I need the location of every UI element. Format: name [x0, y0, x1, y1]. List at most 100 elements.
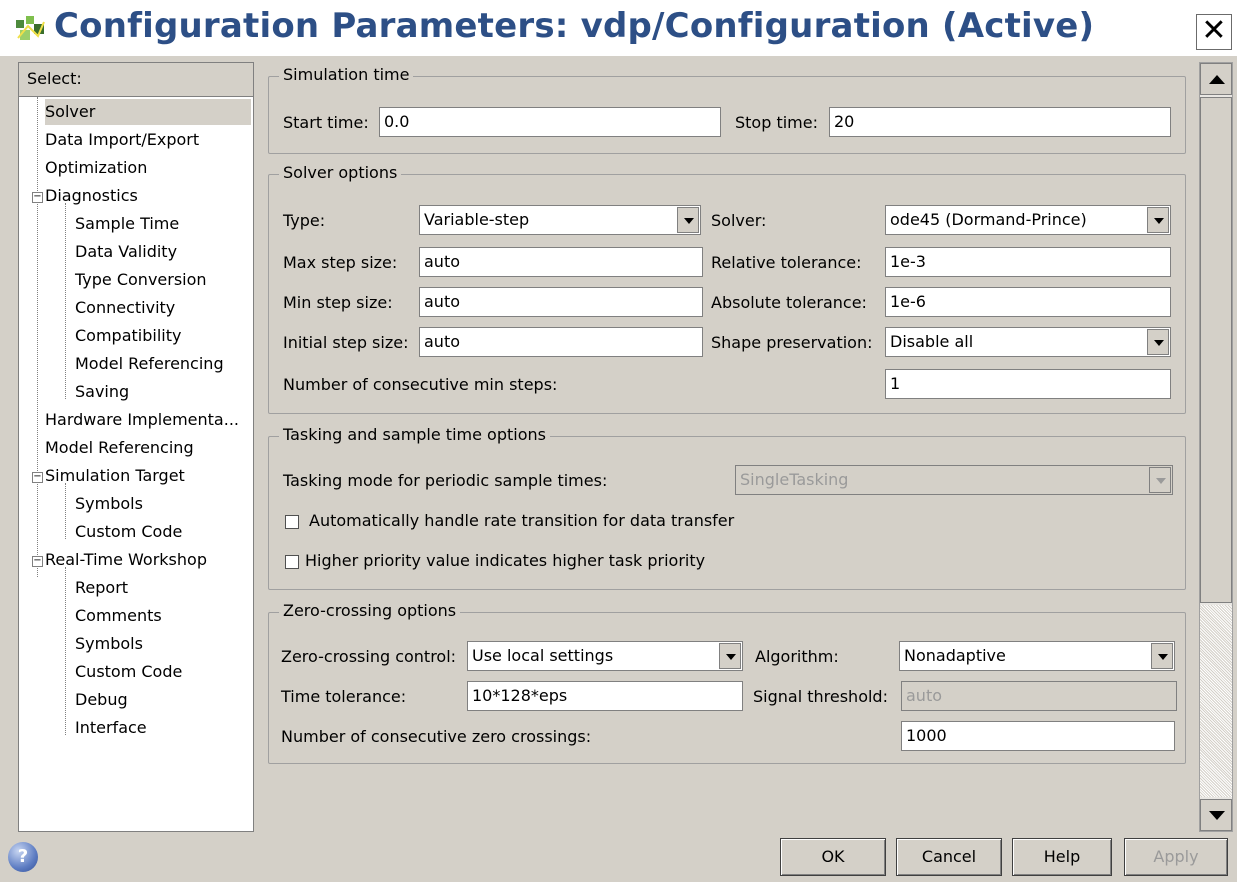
higher-priority-label: Higher priority value indicates higher t…	[305, 551, 706, 570]
time-tolerance-input[interactable]: 10*128*eps	[467, 681, 743, 711]
tree-item-data-import-export[interactable]: Data Import/Export	[45, 127, 199, 153]
solver-options-title: Solver options	[279, 163, 402, 182]
tasking-mode-value: SingleTasking	[740, 470, 849, 489]
chevron-down-icon[interactable]	[1147, 329, 1169, 355]
scroll-up-arrow-icon[interactable]	[1200, 63, 1232, 95]
tree-item-solver[interactable]: Solver	[45, 99, 251, 125]
scroll-track[interactable]	[1200, 605, 1232, 797]
simulation-time-title: Simulation time	[279, 65, 414, 84]
auto-rate-transition-label: Automatically handle rate transition for…	[309, 511, 735, 530]
scroll-down-arrow-icon[interactable]	[1200, 799, 1232, 831]
type-select[interactable]: Variable-step	[419, 205, 701, 235]
consecutive-min-steps-label: Number of consecutive min steps:	[283, 375, 558, 394]
tree-item-compatibility[interactable]: Compatibility	[75, 323, 181, 349]
tasking-options-title: Tasking and sample time options	[279, 425, 550, 444]
max-step-input[interactable]: auto	[419, 247, 703, 277]
scroll-thumb[interactable]	[1200, 97, 1232, 603]
tree-item-interface[interactable]: Interface	[75, 715, 147, 741]
initial-step-label: Initial step size:	[283, 333, 409, 352]
min-step-label: Min step size:	[283, 293, 393, 312]
tree-item-connectivity[interactable]: Connectivity	[75, 295, 175, 321]
title-bar: Configuration Parameters: vdp/Configurat…	[0, 0, 1237, 56]
absolute-tolerance-input[interactable]: 1e-6	[885, 287, 1171, 317]
tree-item-real-time-workshop[interactable]: Real-Time Workshop	[45, 547, 207, 573]
zero-crossing-title: Zero-crossing options	[279, 601, 461, 620]
higher-priority-checkbox[interactable]	[285, 555, 299, 569]
tree-connector	[37, 97, 38, 577]
tree-item-rtw-custom-code[interactable]: Custom Code	[75, 659, 182, 685]
simulation-target-toggle[interactable]: −	[32, 472, 43, 483]
chevron-down-icon[interactable]	[719, 643, 741, 669]
zero-crossing-control-label: Zero-crossing control:	[281, 647, 457, 666]
config-tree-panel: Select: − − − Solver Data Import/Export …	[18, 62, 254, 832]
tree-item-hardware-implementation[interactable]: Hardware Implementa...	[45, 407, 239, 433]
rtw-toggle[interactable]: −	[32, 556, 43, 567]
help-question-icon[interactable]: ?	[8, 842, 38, 872]
cancel-button[interactable]: Cancel	[896, 838, 1002, 876]
consecutive-min-steps-input[interactable]: 1	[885, 369, 1171, 399]
auto-rate-transition-checkbox[interactable]	[285, 515, 299, 529]
tree-item-rtw-symbols[interactable]: Symbols	[75, 631, 143, 657]
tree-item-sim-custom-code[interactable]: Custom Code	[75, 519, 182, 545]
relative-tolerance-input[interactable]: 1e-3	[885, 247, 1171, 277]
tree-item-optimization[interactable]: Optimization	[45, 155, 147, 181]
algorithm-label: Algorithm:	[755, 647, 839, 666]
chevron-down-icon	[1149, 467, 1171, 493]
solver-value: ode45 (Dormand-Prince)	[890, 210, 1087, 229]
consecutive-zero-crossings-input[interactable]: 1000	[901, 721, 1175, 751]
help-button[interactable]: Help	[1012, 838, 1112, 876]
start-time-input[interactable]: 0.0	[379, 107, 721, 137]
vertical-scrollbar[interactable]	[1199, 62, 1233, 832]
tree-item-data-validity[interactable]: Data Validity	[75, 239, 177, 265]
tree-item-comments[interactable]: Comments	[75, 603, 162, 629]
tree-connector	[65, 483, 66, 539]
tasking-options-group: Tasking and sample time options Tasking …	[268, 425, 1186, 590]
apply-button: Apply	[1124, 838, 1228, 876]
stop-time-input[interactable]: 20	[829, 107, 1171, 137]
tree-connector	[65, 203, 66, 399]
tasking-mode-label: Tasking mode for periodic sample times:	[283, 471, 608, 490]
tree-item-diagnostics[interactable]: Diagnostics	[45, 183, 138, 209]
tree-header: Select:	[19, 63, 253, 97]
chevron-down-icon[interactable]	[677, 207, 699, 233]
solver-options-group: Solver options Type: Variable-step Solve…	[268, 163, 1186, 414]
tree-item-sim-symbols[interactable]: Symbols	[75, 491, 143, 517]
chevron-down-icon[interactable]	[1147, 207, 1169, 233]
relative-tolerance-label: Relative tolerance:	[711, 253, 862, 272]
shape-preservation-label: Shape preservation:	[711, 333, 873, 352]
zero-crossing-group: Zero-crossing options Zero-crossing cont…	[268, 601, 1186, 764]
algorithm-select[interactable]: Nonadaptive	[899, 641, 1175, 671]
window-title: Configuration Parameters: vdp/Configurat…	[54, 6, 1095, 46]
tasking-mode-select: SingleTasking	[735, 465, 1173, 495]
signal-threshold-label: Signal threshold:	[753, 687, 888, 706]
close-button[interactable]: ✕	[1196, 14, 1232, 50]
time-tolerance-label: Time tolerance:	[281, 687, 407, 706]
zero-crossing-control-value: Use local settings	[472, 646, 614, 665]
question-mark-glyph: ?	[17, 846, 29, 867]
min-step-input[interactable]: auto	[419, 287, 703, 317]
ok-button[interactable]: OK	[780, 838, 886, 876]
zero-crossing-control-select[interactable]: Use local settings	[467, 641, 743, 671]
initial-step-input[interactable]: auto	[419, 327, 703, 357]
algorithm-value: Nonadaptive	[904, 646, 1006, 665]
absolute-tolerance-label: Absolute tolerance:	[711, 293, 867, 312]
solver-select[interactable]: ode45 (Dormand-Prince)	[885, 205, 1171, 235]
chevron-down-icon[interactable]	[1151, 643, 1173, 669]
signal-threshold-input: auto	[901, 681, 1177, 711]
stop-time-label: Stop time:	[735, 113, 818, 132]
shape-preservation-select[interactable]: Disable all	[885, 327, 1171, 357]
max-step-label: Max step size:	[283, 253, 398, 272]
tree-item-model-referencing[interactable]: Model Referencing	[45, 435, 194, 461]
diagnostics-toggle[interactable]: −	[32, 192, 43, 203]
tree-item-report[interactable]: Report	[75, 575, 128, 601]
tree-item-simulation-target[interactable]: Simulation Target	[45, 463, 185, 489]
tree-item-type-conversion[interactable]: Type Conversion	[75, 267, 207, 293]
tree-item-diag-model-referencing[interactable]: Model Referencing	[75, 351, 224, 377]
tree-item-sample-time[interactable]: Sample Time	[75, 211, 179, 237]
consecutive-zero-crossings-label: Number of consecutive zero crossings:	[281, 727, 592, 746]
start-time-label: Start time:	[283, 113, 369, 132]
tree-item-saving[interactable]: Saving	[75, 379, 129, 405]
simulation-time-group: Simulation time Start time: 0.0 Stop tim…	[268, 65, 1186, 154]
tree-item-debug[interactable]: Debug	[75, 687, 128, 713]
settings-content: Simulation time Start time: 0.0 Stop tim…	[256, 56, 1196, 826]
